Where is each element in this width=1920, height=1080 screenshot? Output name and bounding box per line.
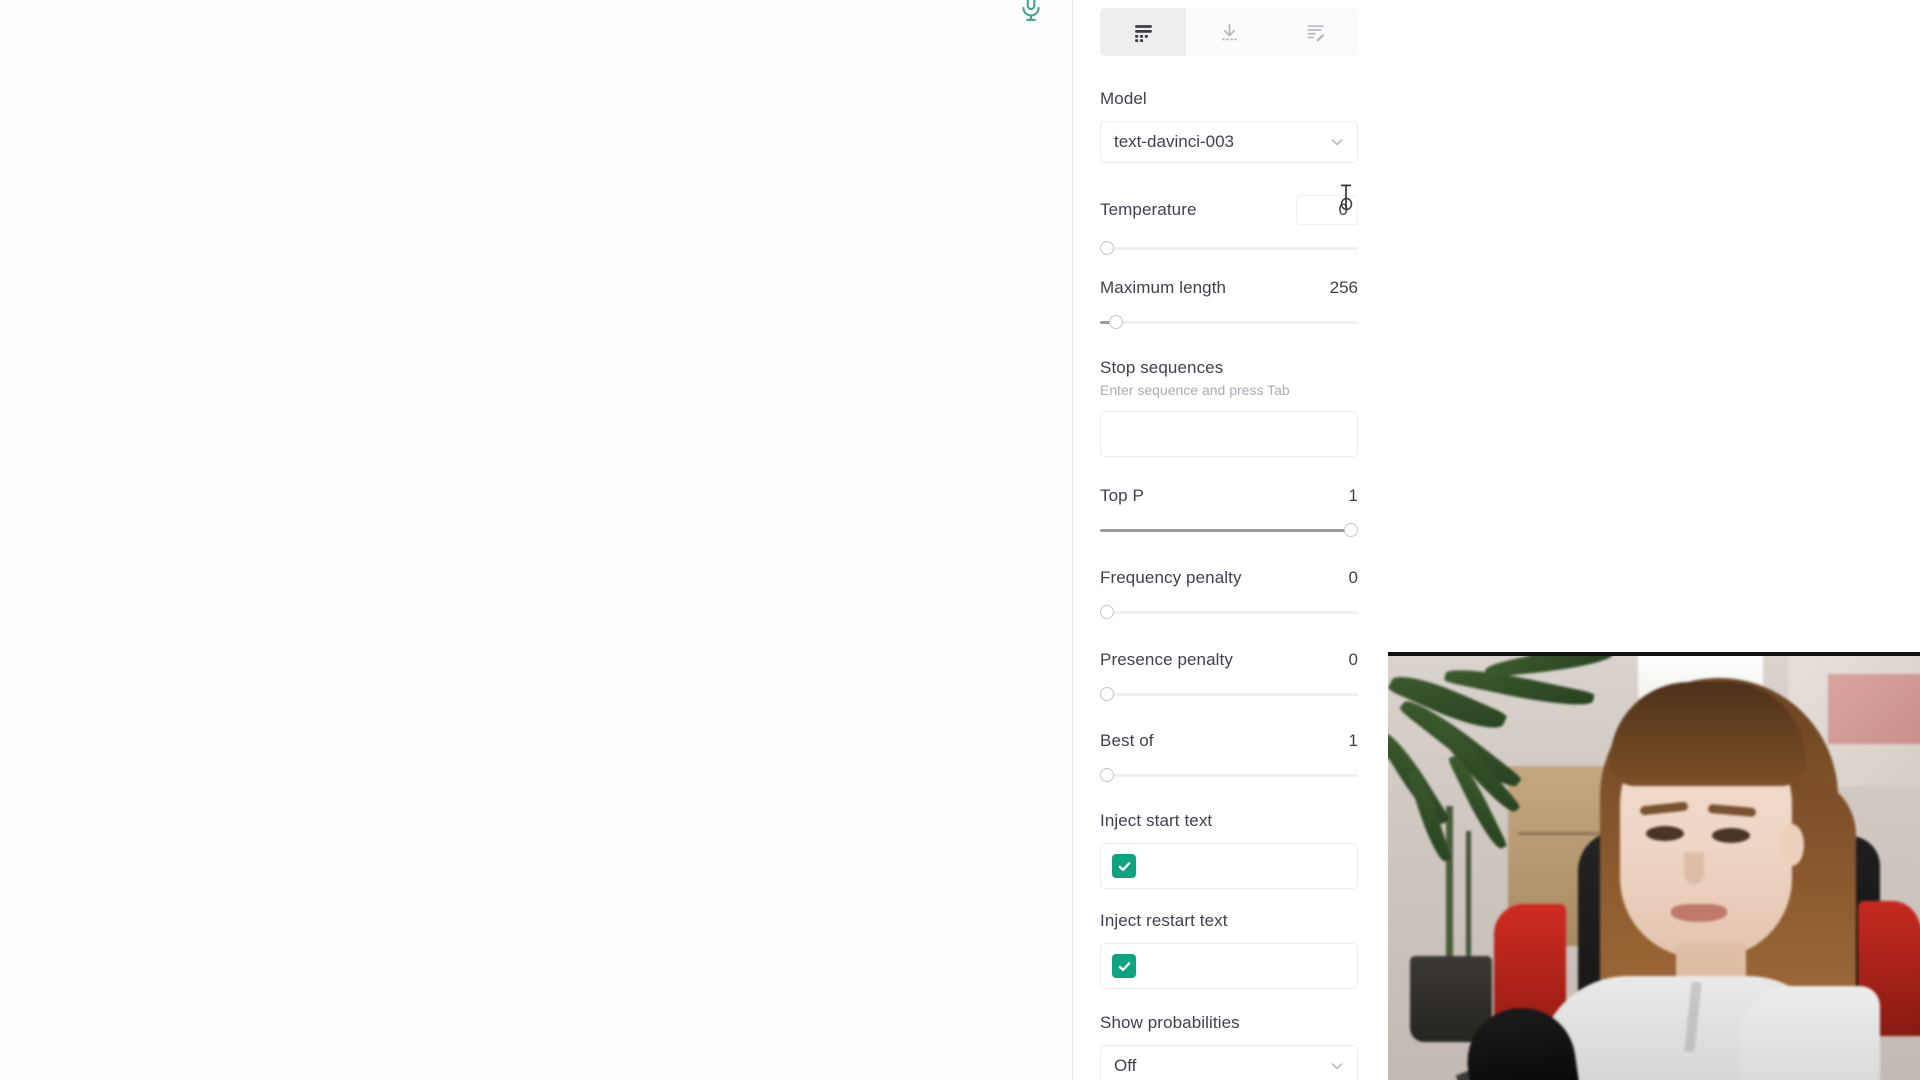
toolbar-button-view-parameters[interactable] — [1100, 8, 1186, 56]
field-frequency-penalty-value: 0 — [1348, 568, 1358, 587]
field-temperature-header: Temperature 0 — [1100, 195, 1358, 225]
field-show-probabilities-label: Show probabilities — [1100, 1013, 1240, 1032]
presence-penalty-slider[interactable] — [1100, 687, 1358, 701]
slider-thumb[interactable] — [1100, 687, 1114, 701]
field-frequency-penalty-header: Frequency penalty 0 — [1100, 567, 1358, 589]
field-maximum-length-label: Maximum length — [1100, 278, 1227, 297]
slider-track — [1100, 321, 1358, 324]
slider-thumb[interactable] — [1344, 523, 1358, 537]
field-presence-penalty-value: 0 — [1348, 650, 1358, 669]
slider-thumb[interactable] — [1100, 768, 1114, 782]
microphone-icon[interactable] — [1018, 0, 1044, 24]
field-inject-start-text: Inject start text — [1100, 810, 1358, 889]
slider-track — [1100, 611, 1358, 614]
field-stop-sequences-hint: Enter sequence and press Tab — [1100, 382, 1290, 398]
download-arrow-icon — [1219, 22, 1240, 43]
field-presence-penalty-label: Presence penalty — [1100, 650, 1233, 669]
best-of-slider[interactable] — [1100, 768, 1358, 782]
field-model: Model text-davinci-003 — [1100, 88, 1358, 163]
field-inject-start-text-header: Inject start text — [1100, 810, 1358, 832]
panel-toolbar — [1100, 8, 1358, 56]
frequency-penalty-slider[interactable] — [1100, 605, 1358, 619]
temperature-input[interactable]: 0 — [1296, 195, 1358, 225]
slider-thumb[interactable] — [1100, 241, 1114, 255]
field-best-of-value: 1 — [1348, 731, 1358, 750]
chevron-down-icon — [1329, 1058, 1345, 1074]
field-presence-penalty: Presence penalty 0 — [1100, 649, 1358, 701]
field-presence-penalty-header: Presence penalty 0 — [1100, 649, 1358, 671]
field-show-probabilities: Show probabilities Off — [1100, 1012, 1358, 1080]
field-best-of: Best of 1 — [1100, 730, 1358, 782]
field-temperature-label: Temperature — [1100, 200, 1197, 219]
webcam-video-feed[interactable] — [1388, 652, 1920, 1080]
screen-root: Model text-davinci-003 Temperature 0 Max… — [0, 0, 1920, 1080]
show-probabilities-select[interactable]: Off — [1100, 1045, 1358, 1080]
field-maximum-length: Maximum length 256 — [1100, 277, 1358, 329]
slider-fill — [1100, 529, 1352, 532]
maximum-length-slider[interactable] — [1100, 315, 1358, 329]
field-frequency-penalty: Frequency penalty 0 — [1100, 567, 1358, 619]
field-top-p: Top P 1 — [1100, 485, 1358, 537]
field-frequency-penalty-label: Frequency penalty — [1100, 568, 1242, 587]
field-inject-restart-text: Inject restart text — [1100, 910, 1358, 989]
toolbar-button-download[interactable] — [1186, 8, 1272, 56]
chevron-down-icon — [1329, 134, 1345, 150]
field-model-header: Model — [1100, 88, 1358, 110]
field-inject-restart-text-label: Inject restart text — [1100, 911, 1228, 930]
field-top-p-header: Top P 1 — [1100, 485, 1358, 507]
inject-restart-text-checkbox[interactable] — [1112, 954, 1136, 978]
inject-start-text-input[interactable] — [1100, 843, 1358, 889]
playground-editor-area[interactable] — [0, 0, 1072, 1080]
top-p-slider[interactable] — [1100, 523, 1358, 537]
parameter-list-icon — [1133, 22, 1154, 43]
temperature-value: 0 — [1338, 200, 1348, 219]
field-top-p-label: Top P — [1100, 486, 1144, 505]
field-best-of-header: Best of 1 — [1100, 730, 1358, 752]
inject-start-text-checkbox[interactable] — [1112, 854, 1136, 878]
slider-track — [1100, 774, 1358, 777]
temperature-slider[interactable] — [1100, 241, 1358, 255]
field-stop-sequences-label: Stop sequences — [1100, 358, 1224, 377]
field-show-probabilities-header: Show probabilities — [1100, 1012, 1358, 1034]
field-best-of-label: Best of — [1100, 731, 1154, 750]
field-model-label: Model — [1100, 89, 1147, 108]
model-select-value: text-davinci-003 — [1114, 132, 1235, 151]
slider-track — [1100, 247, 1358, 250]
field-stop-sequences: Stop sequences Enter sequence and press … — [1100, 357, 1358, 457]
slider-thumb[interactable] — [1109, 315, 1123, 329]
slider-track — [1100, 693, 1358, 696]
edit-list-icon — [1305, 22, 1326, 43]
inject-restart-text-input[interactable] — [1100, 943, 1358, 989]
slider-thumb[interactable] — [1100, 605, 1114, 619]
field-stop-sequences-header: Stop sequences — [1100, 357, 1358, 379]
field-temperature: Temperature 0 — [1100, 195, 1358, 255]
field-inject-restart-text-header: Inject restart text — [1100, 910, 1358, 932]
field-top-p-value: 1 — [1348, 486, 1358, 505]
toolbar-button-edit-presets[interactable] — [1272, 8, 1358, 56]
parameters-panel: Model text-davinci-003 Temperature 0 Max… — [1073, 0, 1385, 1080]
field-maximum-length-header: Maximum length 256 — [1100, 277, 1358, 299]
model-select[interactable]: text-davinci-003 — [1100, 121, 1358, 163]
stop-sequences-input[interactable] — [1100, 411, 1358, 457]
field-inject-start-text-label: Inject start text — [1100, 811, 1213, 830]
webcam-video-blur — [1388, 656, 1920, 1080]
show-probabilities-value: Off — [1114, 1056, 1137, 1075]
field-maximum-length-value: 256 — [1329, 278, 1358, 297]
